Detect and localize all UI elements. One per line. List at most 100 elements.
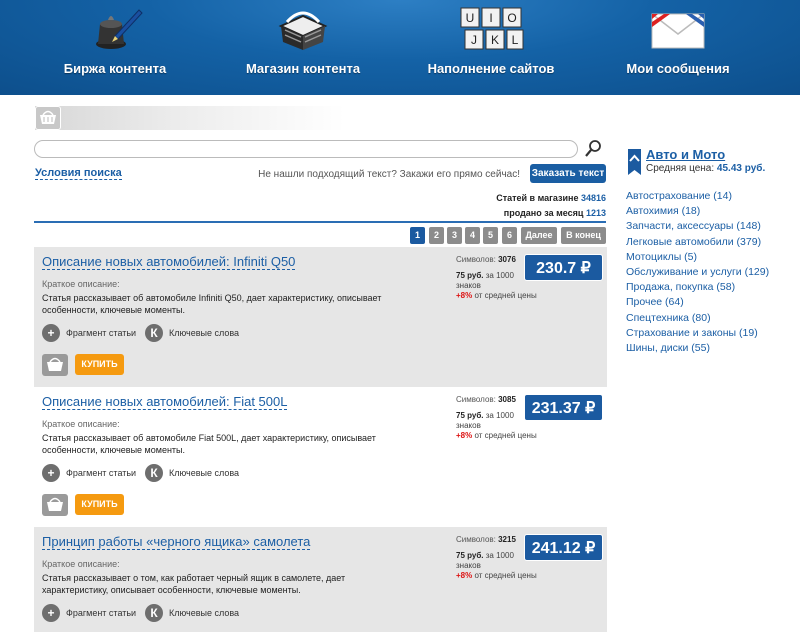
subcategory-link[interactable]: Спецтехника (80) — [626, 311, 796, 326]
key-u: U — [466, 11, 475, 25]
subcategory-list: Автострахование (14) Автохимия (18) Запч… — [626, 189, 796, 356]
page-3[interactable]: 3 — [447, 227, 462, 244]
avg-price-label: Средняя цена: — [646, 163, 715, 174]
keyboard-keys-icon: U I O J K L — [460, 6, 524, 52]
last-page-button[interactable]: В конец — [561, 227, 606, 244]
envelope-icon — [648, 6, 708, 52]
articles-label: Статей в магазине — [496, 193, 579, 203]
avg-price-value: 45.43 руб. — [716, 163, 766, 174]
subcategory-link[interactable]: Страхование и законы (19) — [626, 326, 796, 341]
fragment-button[interactable]: + Фрагмент статьи — [42, 324, 152, 344]
subcategory-link[interactable]: Обслуживание и услуги (129) — [626, 265, 796, 280]
page-4[interactable]: 4 — [465, 227, 480, 244]
symbols-count: Символов: 3215 — [456, 535, 516, 544]
fragment-button[interactable]: + Фрагмент статьи — [42, 464, 152, 484]
page-2[interactable]: 2 — [429, 227, 444, 244]
buy-button[interactable]: КУПИТЬ — [75, 494, 124, 515]
article-card: Описание новых автомобилей: Fiat 500L Кр… — [34, 387, 607, 524]
subcategory-link[interactable]: Продажа, покупка (58) — [626, 280, 796, 295]
sold-label: продано за месяц — [503, 208, 584, 218]
article-description: Статья рассказывает о том, как работает … — [42, 573, 346, 595]
subcategory-link[interactable]: Шины, диски (55) — [626, 341, 796, 356]
not-found-prompt: Не нашли подходящий текст? Закажи его пр… — [258, 169, 520, 180]
keywords-label: Ключевые слова — [169, 608, 240, 618]
subcategory-link[interactable]: Запчасти, аксессуары (148) — [626, 219, 796, 234]
key-k: K — [491, 33, 499, 47]
subcategory-link[interactable]: Автострахование (14) — [626, 189, 796, 204]
search-conditions-link[interactable]: Условия поиска — [35, 167, 122, 180]
article-card: Принцип работы «черного ящика» самолета … — [34, 527, 607, 632]
article-description: Статья рассказывает об автомобиле Fiat 5… — [42, 433, 376, 455]
article-description: Статья рассказывает об автомобиле Infini… — [42, 293, 382, 315]
page-5[interactable]: 5 — [483, 227, 498, 244]
subcategory-link[interactable]: Мотоциклы (5) — [626, 250, 796, 265]
nav-site-filling[interactable]: U I O J K L Наполнение сайтов — [396, 0, 586, 95]
keyword-badge-icon: К — [145, 464, 163, 482]
buy-button[interactable]: КУПИТЬ — [75, 354, 124, 375]
car-category-icon — [626, 149, 643, 175]
nav-label: Наполнение сайтов — [427, 61, 555, 76]
price-diff-suffix: от средней цены — [474, 291, 537, 300]
symbols-label: Символов: — [456, 395, 496, 404]
order-text-button[interactable]: Заказать текст — [530, 164, 606, 183]
basket-icon — [47, 497, 63, 511]
fragment-label: Фрагмент статьи — [66, 468, 137, 478]
keywords-button[interactable]: К Ключевые слова — [145, 604, 255, 624]
nav-label: Магазин контента — [245, 61, 361, 76]
article-card: Описание новых автомобилей: Infiniti Q50… — [34, 247, 607, 387]
shopping-basket-icon — [273, 6, 333, 52]
key-o: O — [507, 11, 516, 25]
fragment-label: Фрагмент статьи — [66, 328, 137, 338]
keywords-button[interactable]: К Ключевые слова — [145, 324, 255, 344]
shop-stats: Статей в магазине 34816 продано за месяц… — [380, 191, 606, 221]
search-input[interactable] — [34, 140, 578, 158]
short-description-label: Краткое описание: — [42, 419, 120, 429]
keywords-label: Ключевые слова — [169, 328, 240, 338]
subcategory-link[interactable]: Легковые автомобили (379) — [626, 235, 796, 250]
cart-icon[interactable] — [35, 106, 61, 130]
price-badge: 241.12 ₽ — [524, 534, 603, 561]
page-1[interactable]: 1 — [410, 227, 425, 244]
divider — [34, 221, 606, 223]
nav-label: Мои сообщения — [626, 61, 730, 76]
plus-icon: + — [42, 464, 60, 482]
article-title-link[interactable]: Описание новых автомобилей: Fiat 500L — [42, 394, 288, 410]
symbols-count: Символов: 3076 — [456, 255, 516, 264]
search-icon[interactable] — [585, 138, 603, 158]
price-badge: 231.37 ₽ — [524, 394, 603, 421]
price-diff: +8% от средней цены — [456, 571, 537, 580]
keywords-button[interactable]: К Ключевые слова — [145, 464, 255, 484]
price-diff: +8% от средней цены — [456, 431, 537, 440]
fragment-label: Фрагмент статьи — [66, 608, 137, 618]
category-title-link[interactable]: Авто и Мото — [646, 147, 725, 162]
key-l: L — [512, 33, 519, 47]
cart-bar[interactable] — [35, 106, 345, 130]
article-title-link[interactable]: Принцип работы «черного ящика» самолета — [42, 534, 311, 550]
price-per-value: 75 руб. — [456, 411, 484, 420]
symbols-value: 3085 — [498, 395, 516, 404]
symbols-label: Символов: — [456, 255, 496, 264]
short-description-label: Краткое описание: — [42, 559, 120, 569]
short-description-label: Краткое описание: — [42, 279, 120, 289]
basket-icon — [47, 357, 63, 371]
price-per-thousand: 75 руб. за 1000 знаков — [456, 411, 522, 431]
category-average-price: Средняя цена: 45.43 руб. — [646, 163, 765, 174]
page-6[interactable]: 6 — [502, 227, 517, 244]
articles-count: 34816 — [580, 193, 606, 203]
plus-icon: + — [42, 324, 60, 342]
next-page-button[interactable]: Далее — [521, 227, 557, 244]
subcategory-link[interactable]: Автохимия (18) — [626, 204, 796, 219]
nav-content-exchange[interactable]: Биржа контента — [20, 0, 210, 95]
nav-my-messages[interactable]: Мои сообщения — [583, 0, 773, 95]
price-per-value: 75 руб. — [456, 271, 484, 280]
add-to-cart-button[interactable] — [42, 354, 68, 376]
price-diff-suffix: от средней цены — [474, 431, 537, 440]
fragment-button[interactable]: + Фрагмент статьи — [42, 604, 152, 624]
price-diff-pct: +8% — [456, 291, 473, 300]
article-title-link[interactable]: Описание новых автомобилей: Infiniti Q50 — [42, 254, 296, 270]
price-diff-suffix: от средней цены — [474, 571, 537, 580]
top-navigation-bar: Биржа контента Магазин контента U I O J … — [0, 0, 800, 95]
subcategory-link[interactable]: Прочее (64) — [626, 295, 796, 310]
add-to-cart-button[interactable] — [42, 494, 68, 516]
nav-content-shop[interactable]: Магазин контента — [208, 0, 398, 95]
